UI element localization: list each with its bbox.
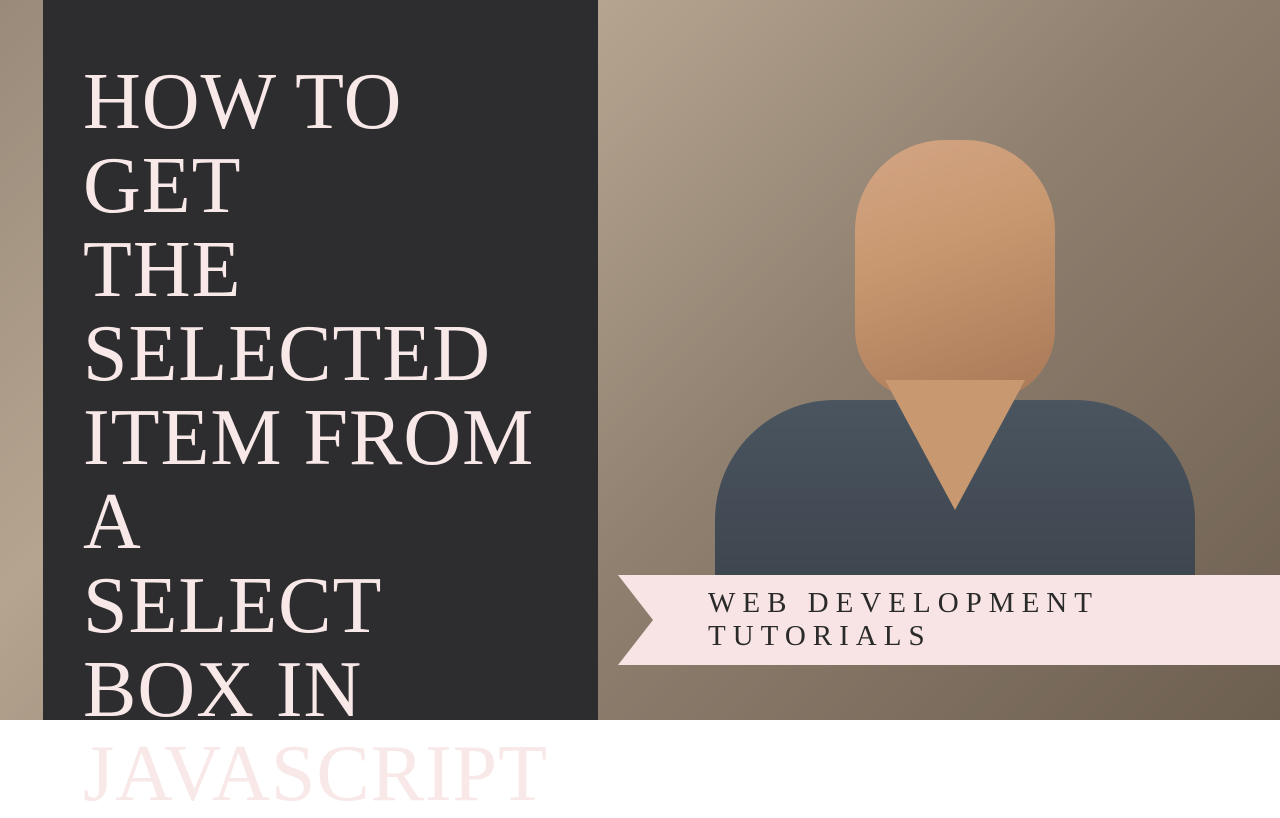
ribbon-banner: WEB DEVELOPMENT TUTORIALS — [618, 575, 1280, 665]
banner-text: WEB DEVELOPMENT TUTORIALS — [708, 587, 1280, 653]
video-title: HOW TO GET THE SELECTED ITEM FROM A SELE… — [83, 60, 558, 816]
presenter-photo — [730, 80, 1180, 640]
title-panel: HOW TO GET THE SELECTED ITEM FROM A SELE… — [43, 0, 598, 720]
ribbon-body: WEB DEVELOPMENT TUTORIALS — [653, 575, 1280, 665]
ribbon-notch — [618, 575, 653, 665]
